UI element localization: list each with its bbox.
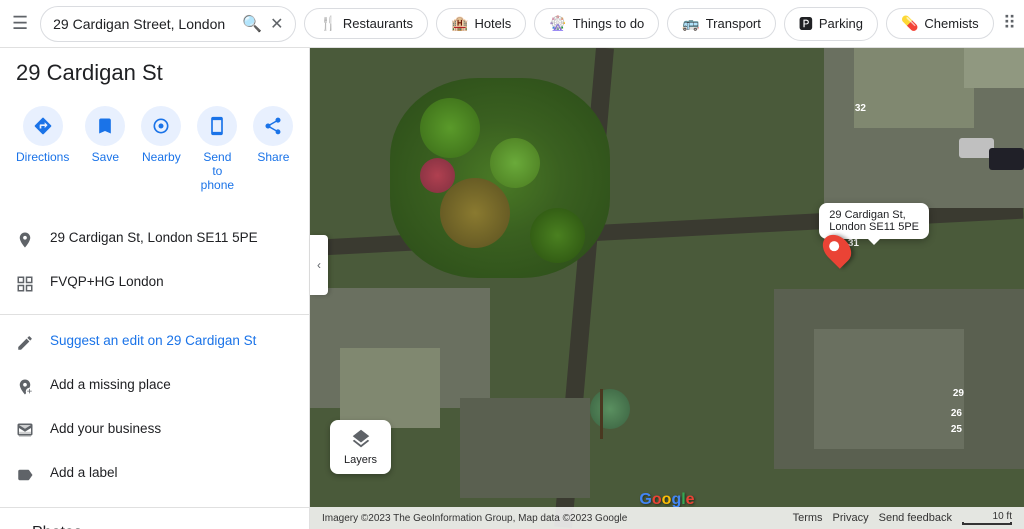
photos-section-title: Photos [16, 512, 98, 529]
search-input[interactable] [53, 16, 234, 32]
top-bar: ☰ 🔍 ✕ 🍴 Restaurants 🏨 Hotels 🎡 Things to… [0, 0, 1024, 48]
save-icon [85, 106, 125, 146]
apps-grid-icon[interactable]: ⠿ [1003, 13, 1016, 34]
location-pin-icon [16, 231, 34, 254]
filter-tab-parking[interactable]: 🅿 Parking [784, 7, 878, 41]
add-missing-place-text: Add a missing place [50, 377, 171, 392]
suggest-edit-item[interactable]: Suggest an edit on 29 Cardigan St [0, 323, 309, 367]
filter-tab-things-to-do[interactable]: 🎡 Things to do [534, 8, 659, 39]
layers-button[interactable]: Layers [330, 420, 391, 474]
search-box: 🔍 ✕ [40, 6, 296, 42]
pin-tooltip-line2: London SE11 5PE [829, 221, 919, 233]
close-icon[interactable]: ✕ [270, 14, 283, 34]
search-icon[interactable]: 🔍 [242, 14, 262, 34]
map-label-25: 25 [951, 424, 962, 435]
nearby-button[interactable]: Nearby [133, 102, 189, 196]
transport-icon: 🚌 [682, 15, 699, 32]
place-title: 29 Cardigan St [0, 48, 309, 94]
suggest-edit-text: Suggest an edit on 29 Cardigan St [50, 333, 256, 348]
restaurants-icon: 🍴 [319, 15, 336, 32]
address-text: 29 Cardigan St, London SE11 5PE [50, 230, 258, 245]
send-to-phone-label: Send tophone [197, 150, 237, 192]
divider-3 [0, 507, 309, 508]
plus-code-icon [16, 275, 34, 296]
divider-2 [0, 314, 309, 315]
map-pin [825, 233, 849, 265]
add-label-item[interactable]: Add a label [0, 455, 309, 499]
map-area[interactable]: 32 31 29 26 25 29 Cardigan St, London SE… [310, 48, 1024, 529]
edit-icon [16, 334, 34, 357]
privacy-link[interactable]: Privacy [833, 512, 869, 524]
pin-tooltip-line1: 29 Cardigan St, [829, 209, 919, 221]
info-list: 29 Cardigan St, London SE11 5PE FVQP+HG … [0, 216, 309, 529]
hotels-icon: 🏨 [451, 15, 468, 32]
action-buttons: Directions Save Nearby Send tophone [0, 94, 309, 200]
directions-label: Directions [16, 150, 69, 164]
share-button[interactable]: Share [245, 102, 301, 196]
address-item[interactable]: 29 Cardigan St, London SE11 5PE [0, 220, 309, 264]
add-business-icon [16, 422, 34, 445]
filter-tab-transport[interactable]: 🚌 Transport [667, 8, 776, 39]
nearby-icon [141, 106, 181, 146]
add-missing-place-icon [16, 378, 34, 401]
plus-code-text: FVQP+HG London [50, 274, 164, 289]
plus-code-item[interactable]: FVQP+HG London [0, 264, 309, 306]
scale-bar: 10 ft [962, 511, 1012, 525]
add-business-item[interactable]: Add your business [0, 411, 309, 455]
nearby-label: Nearby [142, 150, 181, 164]
layers-icon [350, 428, 372, 450]
parking-icon: 🅿 [799, 14, 813, 34]
send-to-phone-icon [197, 106, 237, 146]
imagery-attribution: Imagery ©2023 The GeoInformation Group, … [322, 513, 627, 524]
share-icon [253, 106, 293, 146]
hamburger-menu-icon[interactable]: ☰ [8, 9, 32, 38]
main-content: 29 Cardigan St Directions Save Nearby [0, 48, 1024, 529]
filter-tab-chemists[interactable]: 💊 Chemists [886, 8, 994, 39]
directions-icon [23, 106, 63, 146]
add-missing-place-item[interactable]: Add a missing place [0, 367, 309, 411]
filter-tab-restaurants[interactable]: 🍴 Restaurants [304, 8, 428, 39]
chemists-icon: 💊 [901, 15, 918, 32]
save-label: Save [92, 150, 119, 164]
map-label-29: 29 [953, 388, 964, 399]
share-label: Share [257, 150, 289, 164]
save-button[interactable]: Save [77, 102, 133, 196]
left-panel: 29 Cardigan St Directions Save Nearby [0, 48, 310, 529]
map-label-32: 32 [855, 103, 866, 114]
send-feedback-link[interactable]: Send feedback [879, 512, 952, 524]
filter-tab-hotels[interactable]: 🏨 Hotels [436, 8, 526, 39]
terms-link[interactable]: Terms [793, 512, 823, 524]
scale-line [962, 522, 1012, 525]
map-label-26: 26 [951, 408, 962, 419]
add-business-text: Add your business [50, 421, 161, 436]
scale-label: 10 ft [993, 511, 1012, 522]
directions-button[interactable]: Directions [8, 102, 77, 196]
layers-label: Layers [344, 454, 377, 466]
things-icon: 🎡 [549, 15, 566, 32]
map-attribution-bar: Imagery ©2023 The GeoInformation Group, … [310, 507, 1024, 529]
map-background: 32 31 29 26 25 29 Cardigan St, London SE… [310, 48, 1024, 529]
collapse-panel-button[interactable]: ‹ [310, 235, 328, 295]
label-icon [16, 466, 34, 489]
add-label-text: Add a label [50, 465, 118, 480]
send-to-phone-button[interactable]: Send tophone [189, 102, 245, 196]
